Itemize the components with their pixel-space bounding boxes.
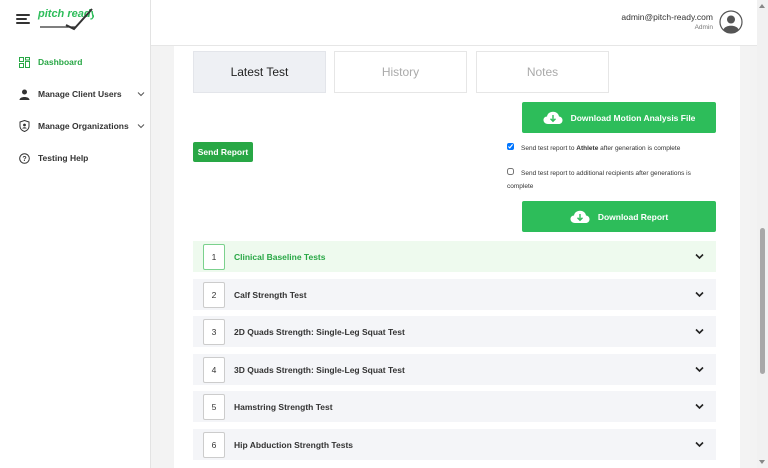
athlete-report-text: Send test report to Athlete after genera… bbox=[507, 142, 717, 155]
sidebar-item-label: Manage Client Users bbox=[38, 89, 122, 99]
chevron-down-icon bbox=[695, 291, 704, 297]
athlete-report-option: Send test report to Athlete after genera… bbox=[507, 142, 717, 155]
menu-toggle-icon[interactable] bbox=[16, 14, 30, 24]
test-accordion: 1 Clinical Baseline Tests 2 Calf Strengt… bbox=[193, 241, 716, 467]
accordion-item-number: 6 bbox=[203, 431, 225, 458]
accordion-item-3d-quads[interactable]: 4 3D Quads Strength: Single-Leg Squat Te… bbox=[193, 353, 716, 385]
sidebar-item-dashboard[interactable]: Dashboard bbox=[0, 46, 151, 78]
scroll-up-icon[interactable] bbox=[759, 4, 765, 8]
help-icon: ? bbox=[18, 152, 30, 164]
shield-icon bbox=[18, 120, 30, 132]
cloud-download-icon bbox=[570, 210, 590, 223]
chevron-down-icon bbox=[137, 124, 145, 129]
recipients-report-text: Send test report to additional recipient… bbox=[507, 170, 691, 190]
accordion-item-title: Hip Abduction Strength Tests bbox=[234, 439, 353, 450]
athlete-text-prefix: Send test report to bbox=[521, 145, 577, 152]
sidebar: pitch ready Dashboard Manage Client User… bbox=[0, 0, 151, 468]
sidebar-nav: Dashboard Manage Client Users Manage Org… bbox=[0, 46, 151, 174]
accordion-item-number: 1 bbox=[203, 244, 225, 270]
download-motion-analysis-label: Download Motion Analysis File bbox=[570, 112, 696, 123]
tab-history[interactable]: History bbox=[334, 51, 467, 93]
scroll-thumb[interactable] bbox=[760, 228, 765, 374]
accordion-item-title: Clinical Baseline Tests bbox=[234, 252, 326, 262]
scroll-down-icon[interactable] bbox=[759, 460, 765, 464]
logo-text-pitch: pitch ready bbox=[37, 8, 94, 20]
main-content: Latest Test History Notes Download Motio… bbox=[151, 46, 757, 468]
app-root: pitch ready Dashboard Manage Client User… bbox=[0, 0, 768, 468]
accordion-item-title: Calf Strength Test bbox=[234, 289, 307, 300]
test-card: Latest Test History Notes Download Motio… bbox=[174, 46, 740, 468]
top-bar: admin@pitch-ready.com Admin bbox=[151, 0, 757, 46]
accordion-item-title: 3D Quads Strength: Single-Leg Squat Test bbox=[234, 364, 405, 375]
user-icon bbox=[18, 88, 30, 100]
cloud-download-icon bbox=[543, 111, 563, 124]
chevron-down-icon bbox=[137, 92, 145, 97]
sidebar-item-label: Manage Organizations bbox=[38, 121, 129, 131]
chevron-down-icon bbox=[695, 404, 704, 410]
accordion-item-title: 2D Quads Strength: Single-Leg Squat Test bbox=[234, 327, 405, 338]
accordion-item-calf-strength[interactable]: 2 Calf Strength Test bbox=[193, 278, 716, 310]
sidebar-item-testing-help[interactable]: ? Testing Help bbox=[0, 142, 151, 174]
accordion-item-number: 3 bbox=[203, 319, 225, 346]
chevron-down-icon bbox=[695, 441, 704, 448]
page-scrollbar[interactable] bbox=[757, 0, 768, 468]
accordion-item-number: 2 bbox=[203, 281, 225, 308]
avatar[interactable] bbox=[719, 10, 743, 34]
sidebar-item-label: Dashboard bbox=[38, 57, 83, 67]
user-role: Admin bbox=[694, 24, 713, 31]
pitch-ready-logo: pitch ready bbox=[37, 8, 94, 31]
send-report-button[interactable]: Send Report bbox=[193, 142, 253, 162]
accordion-item-hip-abduction[interactable]: 6 Hip Abduction Strength Tests bbox=[193, 428, 716, 460]
download-motion-analysis-button[interactable]: Download Motion Analysis File bbox=[522, 102, 716, 133]
recipients-report-checkbox[interactable] bbox=[507, 168, 514, 175]
sidebar-item-manage-client-users[interactable]: Manage Client Users bbox=[0, 78, 151, 110]
recipients-report-option: Send test report to additional recipient… bbox=[507, 167, 717, 193]
sidebar-item-manage-organizations[interactable]: Manage Organizations bbox=[0, 110, 151, 142]
chevron-down-icon bbox=[695, 329, 704, 335]
user-email: admin@pitch-ready.com bbox=[621, 12, 713, 22]
download-report-label: Download Report bbox=[597, 211, 669, 222]
tab-notes[interactable]: Notes bbox=[476, 51, 609, 93]
chevron-down-icon bbox=[695, 366, 704, 372]
accordion-item-number: 4 bbox=[203, 356, 225, 383]
accordion-item-clinical-baseline[interactable]: 1 Clinical Baseline Tests bbox=[193, 241, 716, 272]
athlete-text-bold: Athlete bbox=[576, 145, 599, 152]
accordion-item-2d-quads[interactable]: 3 2D Quads Strength: Single-Leg Squat Te… bbox=[193, 316, 716, 348]
dashboard-icon bbox=[18, 56, 30, 68]
sidebar-item-label: Testing Help bbox=[38, 153, 89, 163]
download-report-button[interactable]: Download Report bbox=[522, 201, 716, 232]
accordion-item-title: Hamstring Strength Test bbox=[234, 402, 333, 413]
tab-latest-test[interactable]: Latest Test bbox=[193, 51, 326, 93]
accordion-item-hamstring[interactable]: 5 Hamstring Strength Test bbox=[193, 391, 716, 423]
chevron-down-icon bbox=[695, 253, 704, 260]
athlete-report-checkbox[interactable] bbox=[507, 143, 514, 150]
accordion-item-number: 5 bbox=[203, 394, 225, 421]
svg-text:?: ? bbox=[22, 156, 26, 163]
athlete-text-suffix: after generation is complete bbox=[598, 145, 681, 152]
